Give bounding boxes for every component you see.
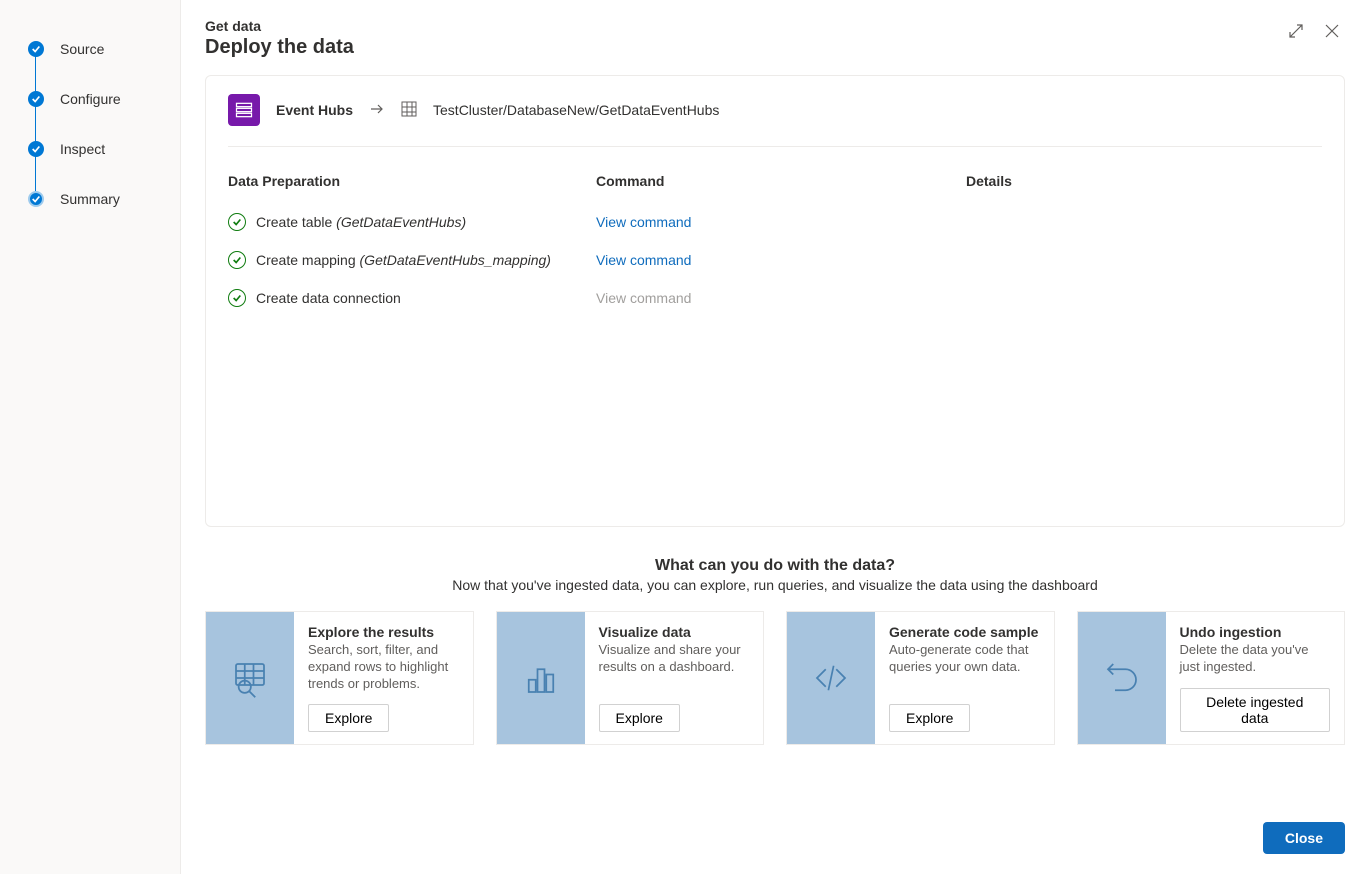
prep-row-create-table: Create table (GetDataEventHubs) [228,203,596,241]
card-desc: Visualize and share your results on a da… [599,642,750,676]
details-cell [966,279,1322,317]
checkmark-icon [28,141,44,157]
close-button[interactable]: Close [1263,822,1345,854]
main-content: Get data Deploy the data Event Hubs Test [181,0,1369,874]
view-command-link[interactable]: View command [596,214,691,230]
step-label: Inspect [60,141,105,157]
deploy-card: Event Hubs TestCluster/DatabaseNew/GetDa… [205,75,1345,527]
action-card-row: Explore the results Search, sort, filter… [205,611,1345,745]
card-undo-ingestion[interactable]: Undo ingestion Delete the data you've ju… [1077,611,1346,745]
prep-label-italic: (GetDataEventHubs_mapping) [360,252,551,268]
checkmark-icon [28,41,44,57]
prep-label: Create data connection [256,290,401,306]
explore-button[interactable]: Explore [599,704,680,732]
header-titles: Get data Deploy the data [205,18,354,59]
card-explore-results[interactable]: Explore the results Search, sort, filter… [205,611,474,745]
footer: Close [205,802,1345,854]
col-head-prep: Data Preparation [228,163,596,203]
prep-label: Create mapping [256,252,360,268]
path-source-label: Event Hubs [276,102,353,118]
success-check-icon [228,251,246,269]
header-row: Get data Deploy the data [205,18,1345,59]
prep-grid: Data Preparation Command Details Create … [228,163,1322,317]
prep-label: Create table [256,214,336,230]
success-check-icon [228,213,246,231]
undo-icon [1078,612,1166,744]
checkmark-icon [28,91,44,107]
step-inspect[interactable]: Inspect [28,124,180,174]
step-configure[interactable]: Configure [28,74,180,124]
explore-button[interactable]: Explore [308,704,389,732]
path-row: Event Hubs TestCluster/DatabaseNew/GetDa… [228,94,1322,147]
delete-ingested-data-button[interactable]: Delete ingested data [1180,688,1331,732]
card-title: Generate code sample [889,624,1040,640]
step-summary[interactable]: Summary [28,174,180,224]
success-check-icon [228,289,246,307]
actions-subtitle: Now that you've ingested data, you can e… [205,577,1345,593]
table-search-icon [206,612,294,744]
page-eyebrow: Get data [205,18,354,34]
actions-title: What can you do with the data? [205,557,1345,575]
wizard-sidebar: Source Configure Inspect Summary [0,0,181,874]
card-visualize-data[interactable]: Visualize data Visualize and share your … [496,611,765,745]
card-desc: Delete the data you've just ingested. [1180,642,1331,676]
step-label: Configure [60,91,121,107]
bar-chart-icon [497,612,585,744]
card-desc: Search, sort, filter, and expand rows to… [308,642,459,693]
path-target-label: TestCluster/DatabaseNew/GetDataEventHubs [433,102,719,118]
step-label: Source [60,41,104,57]
checkmark-icon [28,191,44,207]
step-label: Summary [60,191,120,207]
details-cell [966,203,1322,241]
card-desc: Auto-generate code that queries your own… [889,642,1040,676]
details-cell [966,241,1322,279]
card-title: Visualize data [599,624,750,640]
card-title: Undo ingestion [1180,624,1331,640]
prep-row-create-mapping: Create mapping (GetDataEventHubs_mapping… [228,241,596,279]
table-icon [401,101,417,120]
expand-icon[interactable] [1287,22,1305,40]
close-icon[interactable] [1323,22,1341,40]
header-actions [1287,22,1341,40]
arrow-right-icon [369,101,385,120]
prep-row-create-connection: Create data connection [228,279,596,317]
view-command-link-disabled: View command [596,290,691,306]
explore-button[interactable]: Explore [889,704,970,732]
card-title: Explore the results [308,624,459,640]
event-hubs-icon [228,94,260,126]
card-generate-code[interactable]: Generate code sample Auto-generate code … [786,611,1055,745]
actions-header: What can you do with the data? Now that … [205,557,1345,593]
wizard-step-list: Source Configure Inspect Summary [28,24,180,224]
col-head-command: Command [596,163,966,203]
view-command-link[interactable]: View command [596,252,691,268]
col-head-details: Details [966,163,1322,203]
page-title: Deploy the data [205,36,354,59]
step-source[interactable]: Source [28,24,180,74]
code-icon [787,612,875,744]
prep-label-italic: (GetDataEventHubs) [336,214,466,230]
